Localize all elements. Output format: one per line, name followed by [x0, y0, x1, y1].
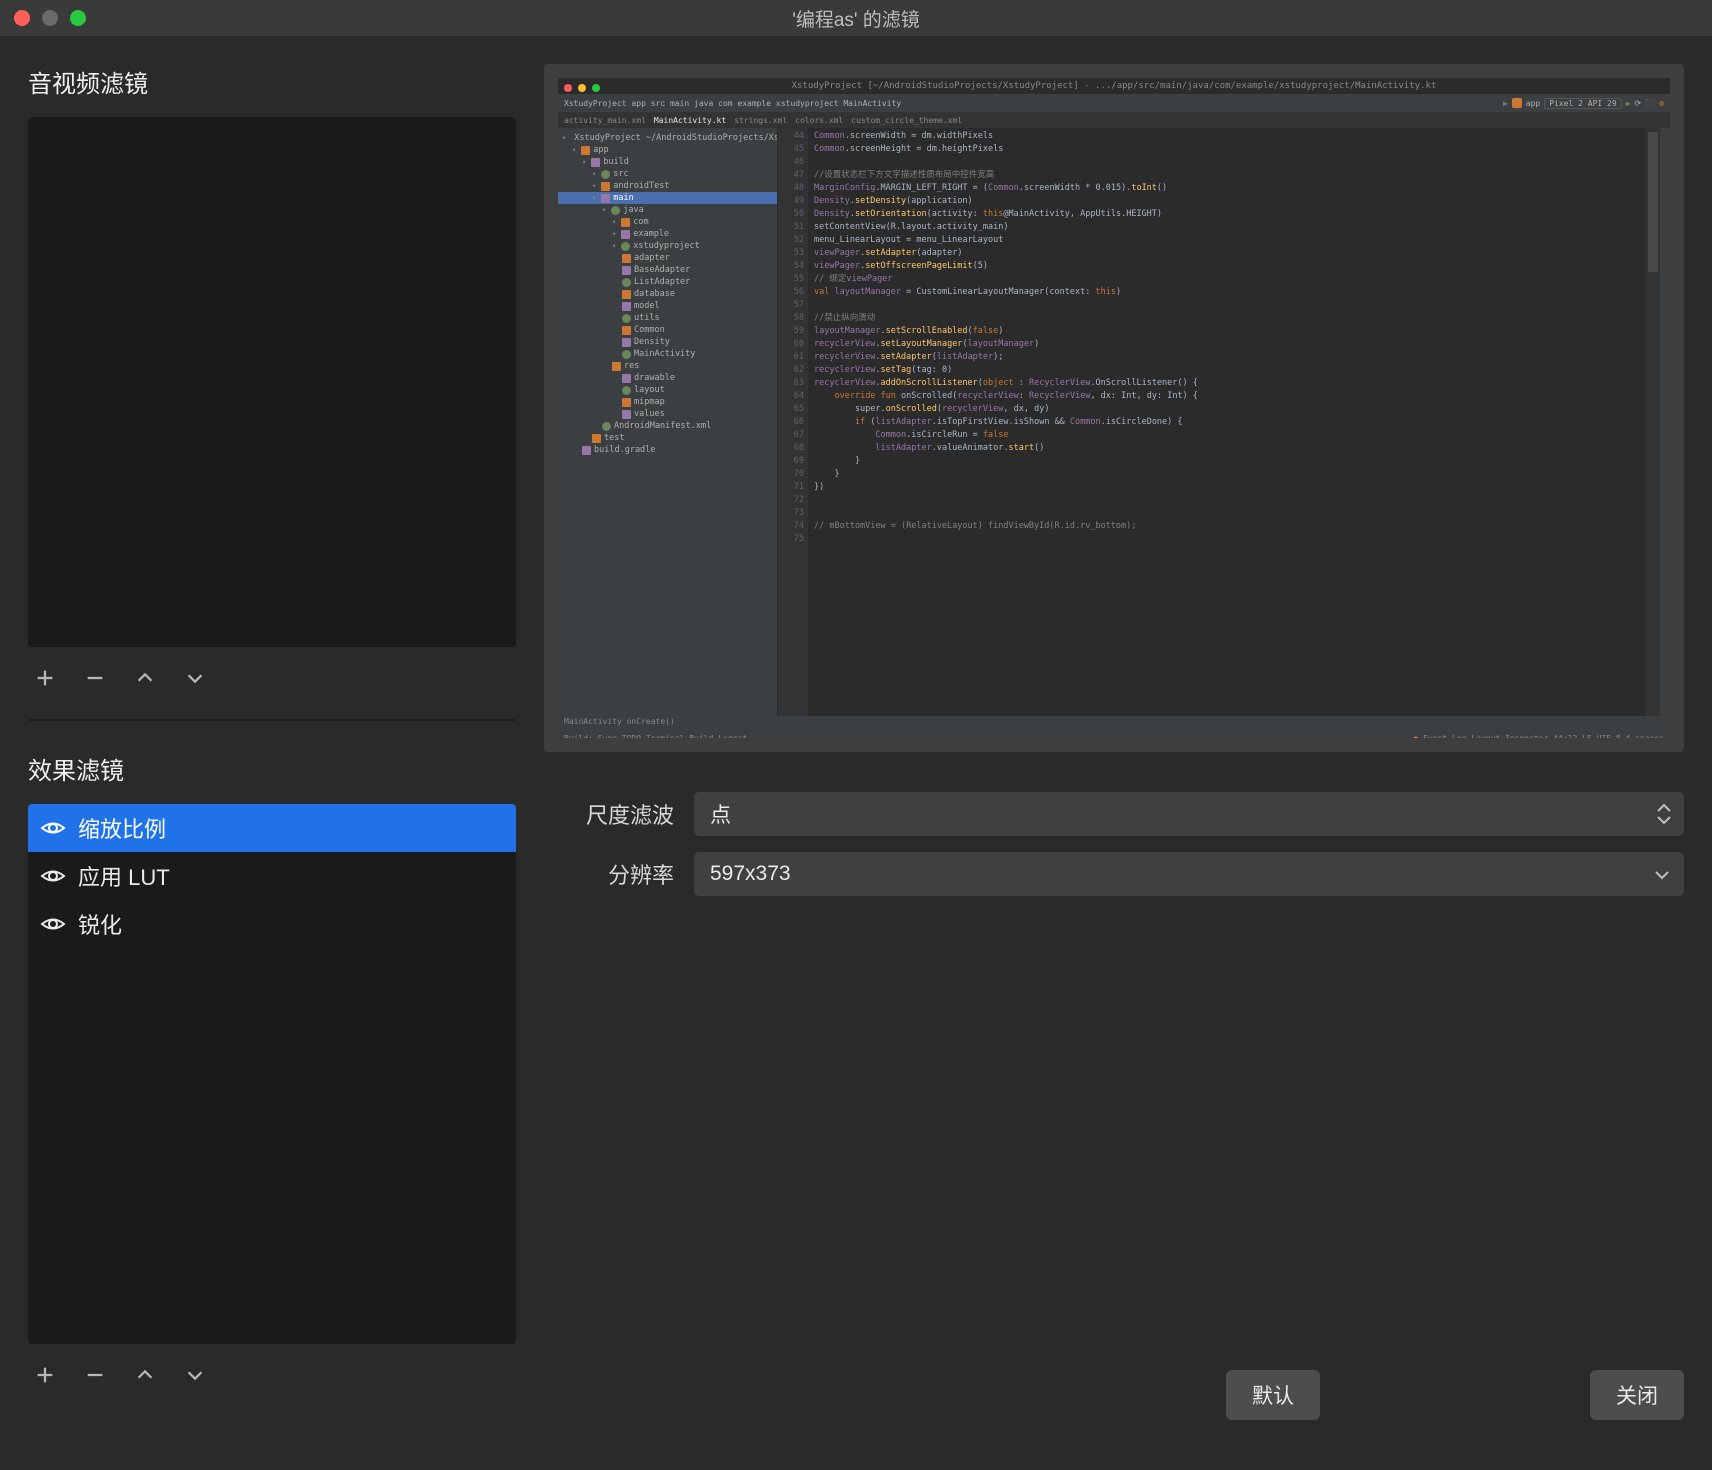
effect-filter-item[interactable]: 应用 LUT — [28, 852, 516, 900]
visibility-eye-icon[interactable] — [40, 818, 66, 838]
ide-status-bar: Build: Sync TODO Terminal Build Logcat ●… — [558, 730, 1670, 738]
resolution-row: 分辨率 597x373 — [564, 852, 1684, 896]
remove-av-filter-button[interactable] — [80, 663, 110, 693]
effect-filters-title: 效果滤镜 — [28, 751, 516, 786]
close-button[interactable]: 关闭 — [1590, 1370, 1684, 1420]
footer-buttons: 默认 关闭 — [544, 1360, 1684, 1450]
move-effect-filter-up-button[interactable] — [130, 1360, 160, 1390]
ide-editor-tabs: activity_main.xmlMainActivity.ktstrings.… — [558, 112, 1670, 128]
filter-properties: 尺度滤波 点 分辨率 597x373 — [544, 792, 1684, 896]
effect-filter-label: 锐化 — [78, 908, 122, 940]
resolution-label: 分辨率 — [564, 858, 674, 890]
av-filters-buttons — [28, 657, 516, 705]
ide-code-editor: 4445464748495051525354555657585960616263… — [778, 128, 1670, 716]
move-av-filter-up-button[interactable] — [130, 663, 160, 693]
main-content: 音视频滤镜 效果滤镜 缩放比例应用 LUT锐化 XstudyProject — [0, 36, 1712, 1470]
visibility-eye-icon[interactable] — [40, 866, 66, 886]
move-effect-filter-down-button[interactable] — [180, 1360, 210, 1390]
ide-toolbar: XstudyProject app src main java com exam… — [558, 94, 1670, 112]
ide-traffic-lights — [564, 84, 600, 92]
window-title: '编程as' 的滤镜 — [12, 5, 1700, 32]
preview-ide-screenshot: XstudyProject [~/AndroidStudioProjects/X… — [558, 78, 1670, 738]
stepper-icon — [1656, 803, 1672, 825]
visibility-eye-icon[interactable] — [40, 914, 66, 934]
effect-filter-item[interactable]: 锐化 — [28, 900, 516, 948]
effect-filter-label: 应用 LUT — [78, 860, 170, 892]
scale-filter-label: 尺度滤波 — [564, 798, 674, 830]
effect-filters-list: 缩放比例应用 LUT 锐化 — [28, 804, 516, 1344]
zoom-window-button[interactable] — [70, 10, 86, 26]
traffic-lights — [14, 10, 86, 26]
add-av-filter-button[interactable] — [30, 663, 60, 693]
move-av-filter-down-button[interactable] — [180, 663, 210, 693]
remove-effect-filter-button[interactable] — [80, 1360, 110, 1390]
ide-window-title: XstudyProject [~/AndroidStudioProjects/X… — [558, 78, 1670, 94]
sidebar-divider — [28, 719, 516, 721]
chevron-down-icon — [1654, 862, 1670, 886]
preview-container: XstudyProject [~/AndroidStudioProjects/X… — [544, 64, 1684, 752]
ide-breadcrumb-bottom: MainActivity onCreate() — [558, 716, 1670, 730]
effect-filter-label: 缩放比例 — [78, 812, 166, 844]
close-window-button[interactable] — [14, 10, 30, 26]
content-area: XstudyProject [~/AndroidStudioProjects/X… — [544, 36, 1712, 1470]
minimize-window-button[interactable] — [42, 10, 58, 26]
default-button[interactable]: 默认 — [1226, 1370, 1320, 1420]
add-effect-filter-button[interactable] — [30, 1360, 60, 1390]
resolution-value: 597x373 — [710, 862, 791, 886]
av-filters-title: 音视频滤镜 — [28, 64, 516, 99]
effect-filters-buttons — [28, 1354, 516, 1402]
scale-filter-value: 点 — [710, 799, 731, 829]
scale-filter-row: 尺度滤波 点 — [564, 792, 1684, 836]
resolution-select[interactable]: 597x373 — [694, 852, 1684, 896]
titlebar: '编程as' 的滤镜 — [0, 0, 1712, 36]
av-filters-list[interactable] — [28, 117, 516, 647]
scale-filter-select[interactable]: 点 — [694, 792, 1684, 836]
effect-filter-item[interactable]: 缩放比例 — [28, 804, 516, 852]
ide-project-tree: XstudyProject ~/AndroidStudioProjects/Xs… — [558, 128, 778, 716]
sidebar: 音视频滤镜 效果滤镜 缩放比例应用 LUT 锐化 — [0, 36, 544, 1470]
